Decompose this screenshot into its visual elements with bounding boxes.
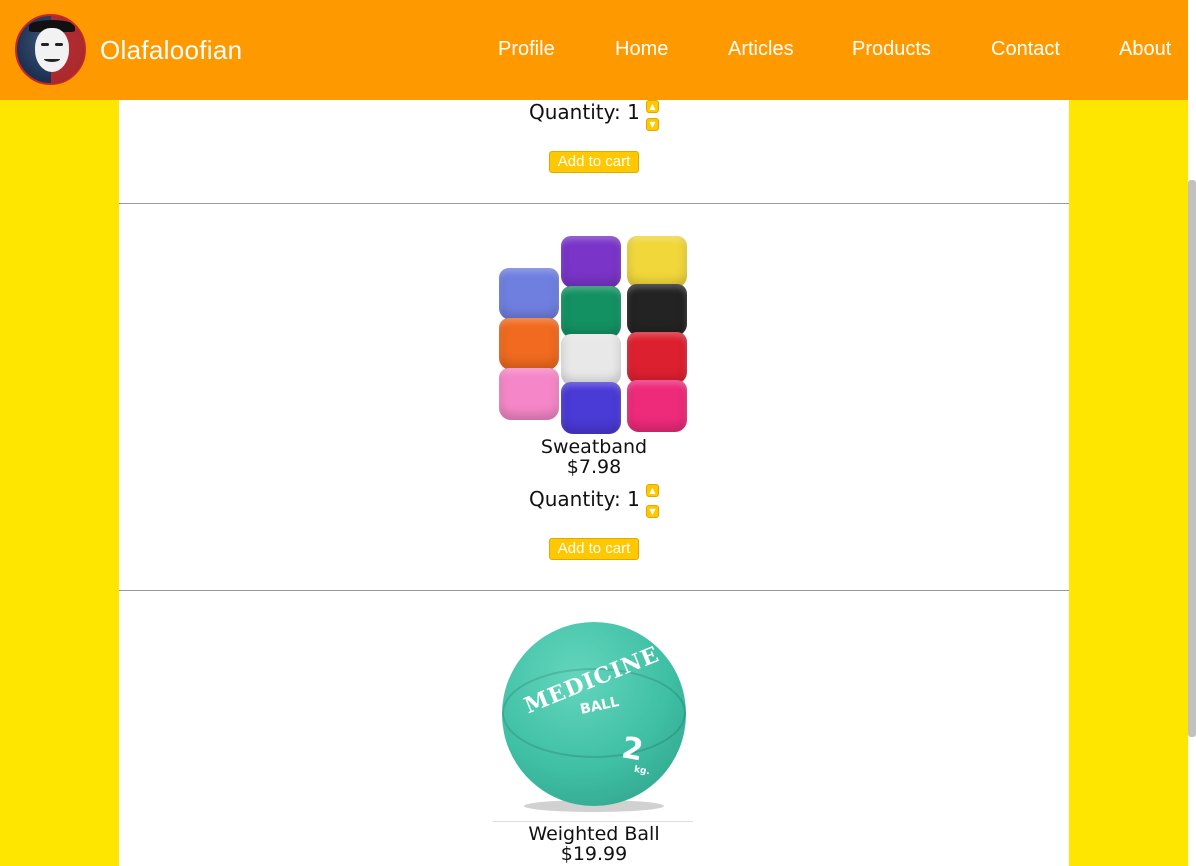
quantity-down-button[interactable]: ▼ <box>646 118 659 131</box>
site-header: Olafaloofian Profile Home Articles Produ… <box>0 0 1188 100</box>
quantity-row: Quantity: 1 ▲ ▼ <box>119 484 1069 518</box>
quantity-row: Quantity: 1 ▲ ▼ <box>119 100 1069 131</box>
sweatband-pink <box>499 368 559 420</box>
product-name: Weighted Ball <box>528 823 660 845</box>
image-underline <box>493 821 693 822</box>
sweatband-magenta <box>627 380 687 432</box>
sweatband-image <box>497 234 691 436</box>
sweatband-orange <box>499 318 559 370</box>
add-to-cart-button[interactable]: Add to cart <box>549 151 639 173</box>
sweatband-black <box>627 284 687 336</box>
scrollbar-thumb[interactable] <box>1188 180 1196 737</box>
sweatband-blue <box>499 268 559 320</box>
nav-link-articles[interactable]: Articles <box>728 38 794 61</box>
nav-link-products[interactable]: Products <box>852 38 931 61</box>
sweatband-indigo <box>561 382 621 434</box>
product-price: $19.99 <box>560 843 628 865</box>
quantity-label: Quantity: 1 <box>529 487 640 511</box>
sweatband-purple <box>561 236 621 288</box>
sweatband-white <box>561 334 621 386</box>
product-name: Sweatband <box>540 436 648 458</box>
main-nav: Profile Home Articles Products Contact A… <box>0 38 1188 64</box>
add-to-cart-button[interactable]: Add to cart <box>549 538 639 560</box>
product-divider <box>119 203 1069 204</box>
nav-link-contact[interactable]: Contact <box>991 38 1060 61</box>
sweatband-green <box>561 286 621 338</box>
quantity-label: Quantity: 1 <box>529 100 640 124</box>
product-list: Quantity: 1 ▲ ▼ Add to cart Sweatband $7… <box>119 0 1069 866</box>
product-divider <box>119 590 1069 591</box>
quantity-up-button[interactable]: ▲ <box>646 100 659 113</box>
product-price: $7.98 <box>566 456 622 478</box>
weighted-ball-image: MEDICINE BALL 2 kg. <box>494 620 694 822</box>
nav-link-home[interactable]: Home <box>615 38 668 61</box>
quantity-down-button[interactable]: ▼ <box>646 505 659 518</box>
quantity-up-button[interactable]: ▲ <box>646 484 659 497</box>
sweatband-yellow <box>627 236 687 288</box>
nav-link-profile[interactable]: Profile <box>498 38 555 61</box>
nav-link-about[interactable]: About <box>1119 38 1171 61</box>
sweatband-red <box>627 332 687 384</box>
